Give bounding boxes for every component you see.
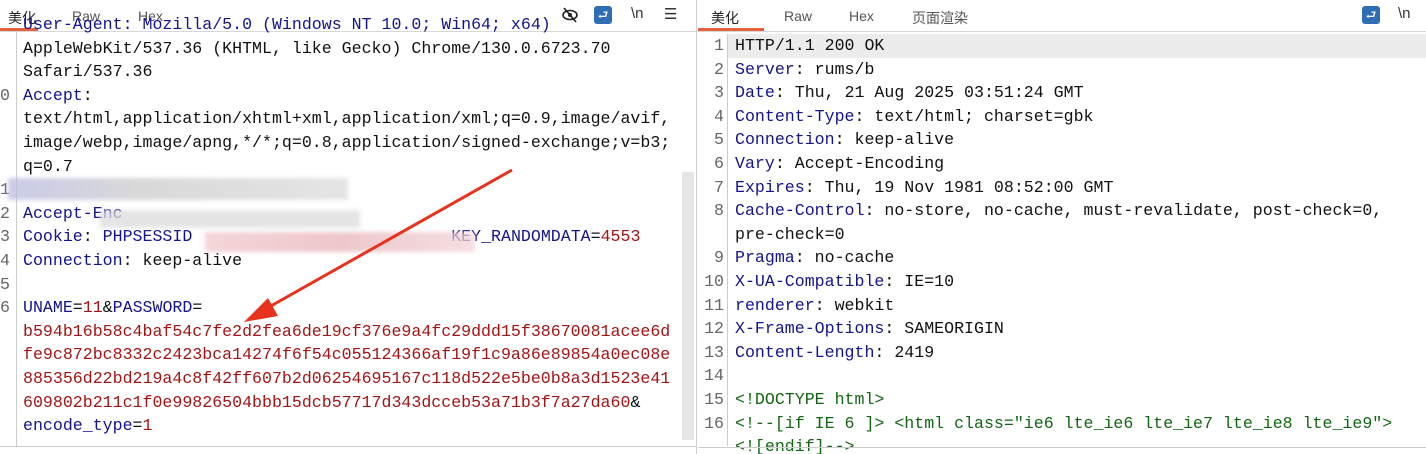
red-arrow-annotation bbox=[244, 168, 513, 322]
